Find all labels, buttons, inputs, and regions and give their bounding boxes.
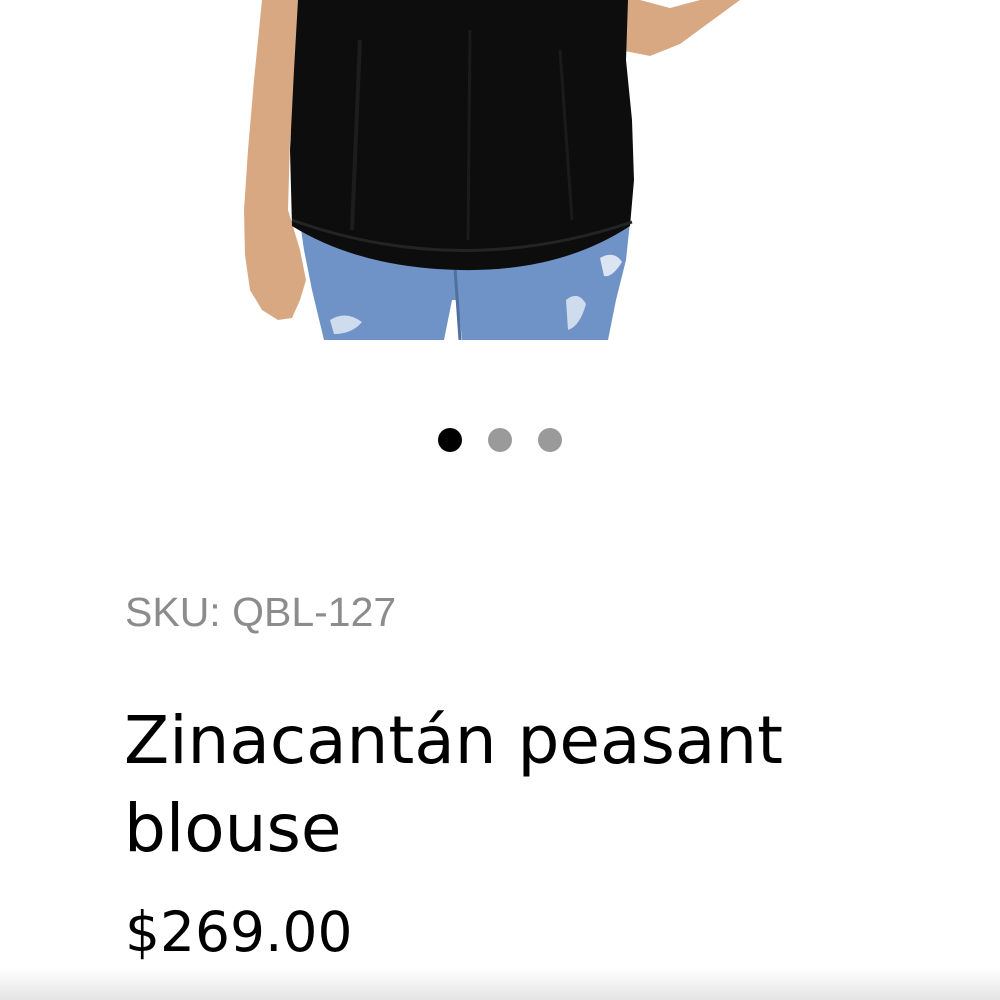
product-sku: SKU: QBL-127 <box>125 589 397 635</box>
product-image[interactable] <box>0 0 1000 340</box>
bottom-shadow <box>0 968 1000 1000</box>
product-photo <box>244 0 740 340</box>
carousel-dot-3[interactable] <box>538 428 562 452</box>
product-title: Zinacantán peasant blouse <box>124 702 784 867</box>
carousel-dot-1[interactable] <box>438 428 462 452</box>
product-page: SKU: QBL-127 Zinacantán peasant blouse $… <box>0 0 1000 1000</box>
blouse-fold-2 <box>466 29 472 241</box>
model-blouse <box>290 0 634 271</box>
carousel-dot-2[interactable] <box>488 428 512 452</box>
carousel-pagination <box>0 427 1000 453</box>
product-price: $269.00 <box>125 900 353 964</box>
